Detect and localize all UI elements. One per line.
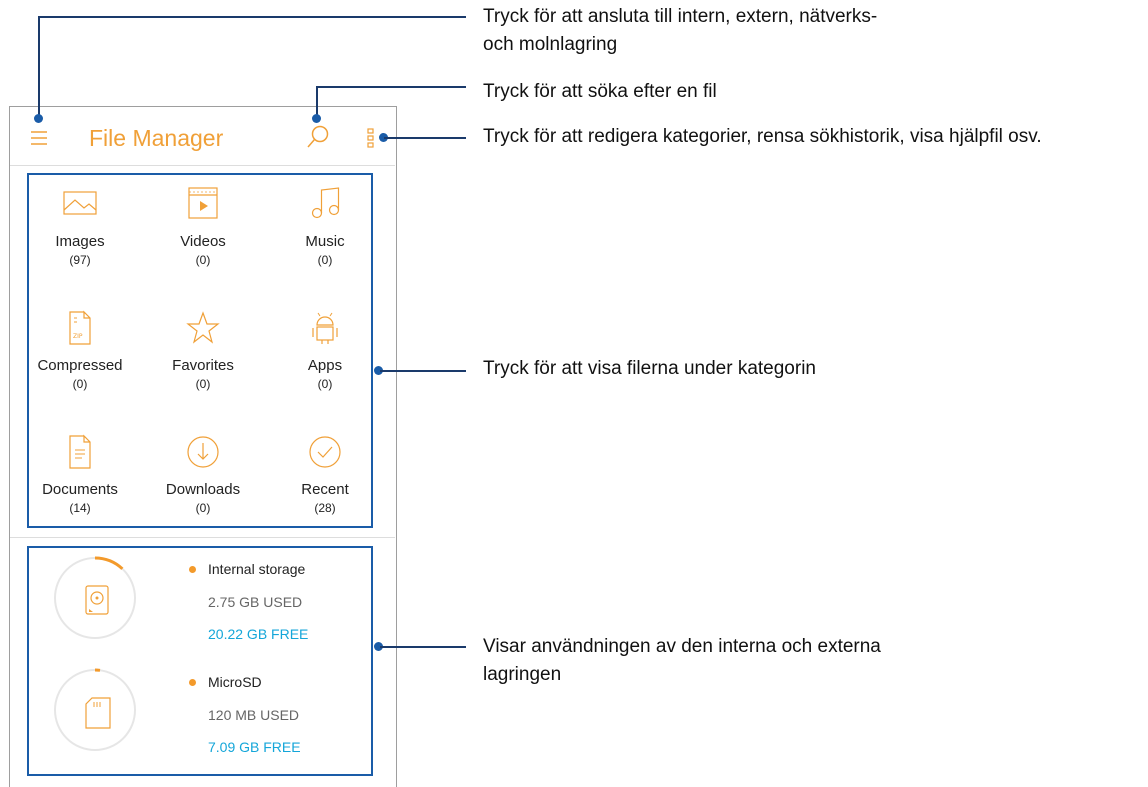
callout-dot-menu bbox=[34, 114, 43, 123]
search-icon[interactable] bbox=[306, 124, 330, 150]
callout-line-menu bbox=[38, 16, 40, 120]
callout-line-categories bbox=[380, 370, 466, 372]
hamburger-menu-icon[interactable] bbox=[30, 129, 48, 147]
callout-line-storage bbox=[380, 646, 466, 648]
callout-categories-text: Tryck för att visa filerna under kategor… bbox=[483, 355, 816, 383]
appbar-divider bbox=[10, 165, 395, 166]
callout-storage-text: Visar användningen av den interna och ex… bbox=[483, 633, 881, 689]
callout-dot-search bbox=[312, 114, 321, 123]
callout-line-search-h bbox=[316, 86, 466, 88]
callout-line-menu-h bbox=[38, 16, 466, 18]
more-options-icon[interactable] bbox=[367, 128, 375, 148]
app-title: File Manager bbox=[89, 125, 223, 152]
callout-search-text: Tryck för att söka efter en fil bbox=[483, 78, 717, 106]
callout-menu-text: Tryck för att ansluta till intern, exter… bbox=[483, 3, 877, 59]
callout-more-text: Tryck för att redigera kategorier, rensa… bbox=[483, 123, 1042, 151]
storage-highlight bbox=[27, 546, 373, 776]
section-divider bbox=[10, 537, 395, 538]
callout-line-more bbox=[384, 137, 466, 139]
categories-highlight bbox=[27, 173, 373, 528]
